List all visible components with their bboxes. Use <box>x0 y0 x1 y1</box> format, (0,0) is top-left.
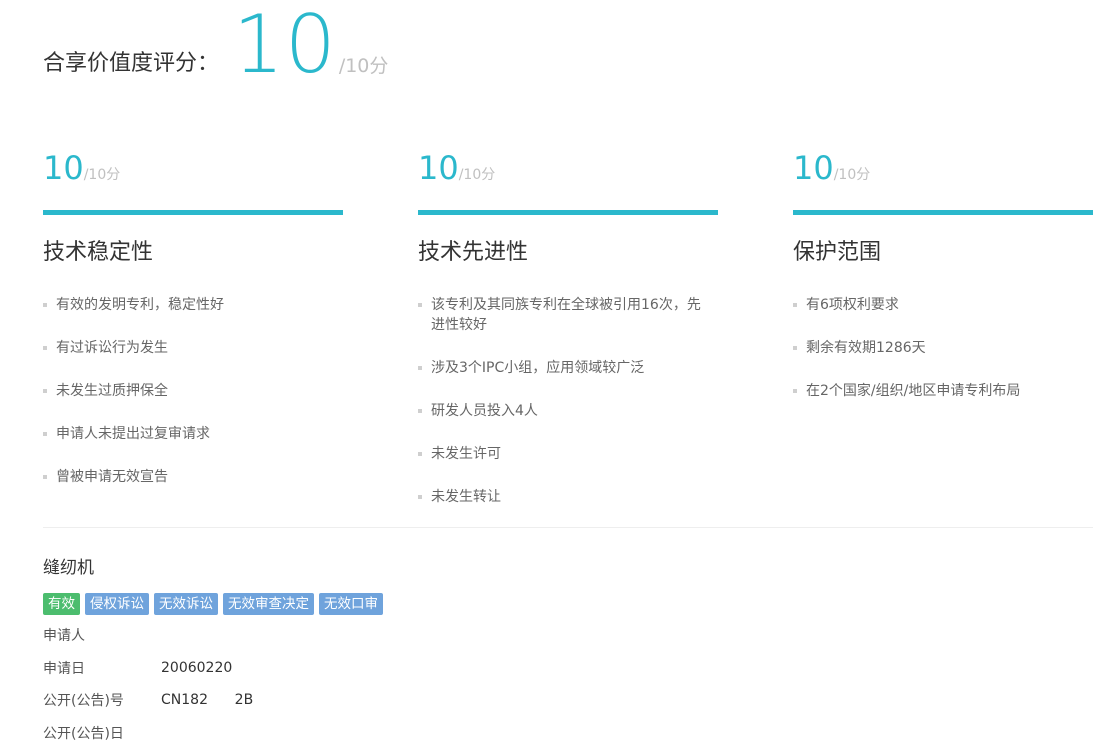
section-divider <box>43 527 1093 528</box>
overall-score-max: /10分 <box>339 51 389 78</box>
patent-tags: 有效 侵权诉讼 无效诉讼 无效审查决定 无效口审 <box>43 593 383 615</box>
dimension-score-line: 10 /10分 <box>793 148 1093 188</box>
info-value: 20060220 <box>161 660 232 676</box>
info-row-applicant: 申请人 <box>43 619 253 652</box>
tag-infringement-litigation: 侵权诉讼 <box>85 593 149 615</box>
reason-item: 有6项权利要求 <box>793 295 1076 315</box>
dimension-title: 技术稳定性 <box>43 240 343 266</box>
overall-score-label: 合享价值度评分： <box>43 45 219 77</box>
dimension-score-max: /10分 <box>459 164 496 184</box>
reason-item: 在2个国家/组织/地区申请专利布局 <box>793 381 1076 401</box>
patent-info-table: 申请人 申请日 20060220 公开(公告)号 CN182 2B 公开(公告)… <box>43 619 253 749</box>
reason-item: 未发生过质押保全 <box>43 381 326 401</box>
dimension-score-line: 10 /10分 <box>418 148 718 188</box>
dimension-stability: 10 /10分 技术稳定性 有效的发明专利，稳定性好 有过诉讼行为发生 未发生过… <box>43 148 343 510</box>
reason-item: 该专利及其同族专利在全球被引用16次，先进性较好 <box>418 295 701 335</box>
tag-invalidation-decision: 无效审查决定 <box>223 593 314 615</box>
reason-item: 未发生许可 <box>418 444 701 464</box>
dimension-score: 10 <box>418 148 459 188</box>
overall-score-header: 合享价值度评分： 10 /10分 <box>43 0 388 90</box>
dimension-advancement: 10 /10分 技术先进性 该专利及其同族专利在全球被引用16次，先进性较好 涉… <box>418 148 718 530</box>
overall-score-value: 10 <box>233 0 337 90</box>
reason-item: 研发人员投入4人 <box>418 401 701 421</box>
score-dimensions: 10 /10分 技术稳定性 有效的发明专利，稳定性好 有过诉讼行为发生 未发生过… <box>43 148 1093 518</box>
dimension-title: 技术先进性 <box>418 240 718 266</box>
reason-item: 涉及3个IPC小组，应用领域较广泛 <box>418 358 701 378</box>
info-key: 申请人 <box>43 625 161 645</box>
info-value: CN182 2B <box>161 692 253 708</box>
tag-valid: 有效 <box>43 593 80 615</box>
info-key: 公开(公告)号 <box>43 690 161 710</box>
info-row-application-date: 申请日 20060220 <box>43 652 253 685</box>
info-row-publication-date: 公开(公告)日 <box>43 717 253 749</box>
dimension-title: 保护范围 <box>793 240 1093 266</box>
dimension-score-bar <box>793 210 1093 215</box>
dimension-score: 10 <box>43 148 84 188</box>
reason-item: 有过诉讼行为发生 <box>43 338 326 358</box>
tag-invalidation-oral-hearing: 无效口审 <box>319 593 383 615</box>
dimension-score-bar <box>418 210 718 215</box>
info-key: 公开(公告)日 <box>43 723 161 743</box>
dimension-score-line: 10 /10分 <box>43 148 343 188</box>
dimension-reason-list: 该专利及其同族专利在全球被引用16次，先进性较好 涉及3个IPC小组，应用领域较… <box>418 295 718 507</box>
info-key: 申请日 <box>43 658 161 678</box>
reason-item: 有效的发明专利，稳定性好 <box>43 295 326 315</box>
dimension-protection-scope: 10 /10分 保护范围 有6项权利要求 剩余有效期1286天 在2个国家/组织… <box>793 148 1093 424</box>
dimension-reason-list: 有6项权利要求 剩余有效期1286天 在2个国家/组织/地区申请专利布局 <box>793 295 1093 401</box>
dimension-score: 10 <box>793 148 834 188</box>
reason-item: 申请人未提出过复审请求 <box>43 424 326 444</box>
patent-title[interactable]: 缝纫机 <box>43 556 94 580</box>
dimension-score-max: /10分 <box>834 164 871 184</box>
dimension-score-max: /10分 <box>84 164 121 184</box>
dimension-reason-list: 有效的发明专利，稳定性好 有过诉讼行为发生 未发生过质押保全 申请人未提出过复审… <box>43 295 343 487</box>
reason-item: 未发生转让 <box>418 487 701 507</box>
reason-item: 曾被申请无效宣告 <box>43 467 326 487</box>
info-row-publication-number: 公开(公告)号 CN182 2B <box>43 684 253 717</box>
dimension-score-bar <box>43 210 343 215</box>
tag-invalidation-litigation: 无效诉讼 <box>154 593 218 615</box>
reason-item: 剩余有效期1286天 <box>793 338 1076 358</box>
